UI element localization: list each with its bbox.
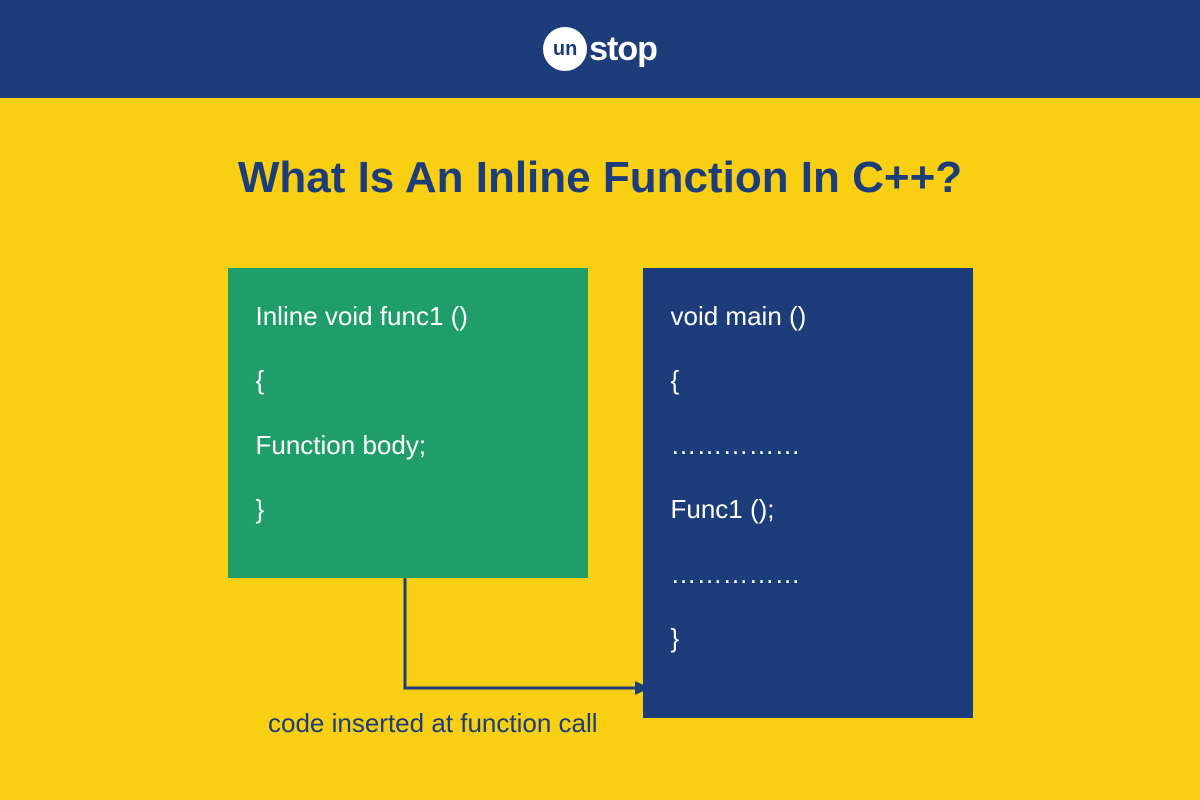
- arrow-label: code inserted at function call: [268, 708, 598, 739]
- code-line: Inline void func1 (): [256, 298, 560, 334]
- diagram: Inline void func1 () { Function body; } …: [0, 268, 1200, 718]
- code-line: }: [671, 620, 945, 656]
- header-bar: un stop: [0, 0, 1200, 98]
- logo-text: stop: [589, 30, 657, 69]
- inline-function-box: Inline void func1 () { Function body; }: [228, 268, 588, 578]
- code-line: ……………: [671, 427, 945, 463]
- page-title: What Is An Inline Function In C++?: [0, 153, 1200, 203]
- code-line: }: [256, 491, 560, 527]
- code-line: ……………: [671, 556, 945, 592]
- logo-circle: un: [543, 27, 587, 71]
- logo: un stop: [543, 27, 657, 71]
- main-function-box: void main () { …………… Func1 (); …………… }: [643, 268, 973, 718]
- code-line: Function body;: [256, 427, 560, 463]
- code-line: void main (): [671, 298, 945, 334]
- code-line: {: [256, 362, 560, 398]
- code-line: {: [671, 362, 945, 398]
- code-line: Func1 ();: [671, 491, 945, 527]
